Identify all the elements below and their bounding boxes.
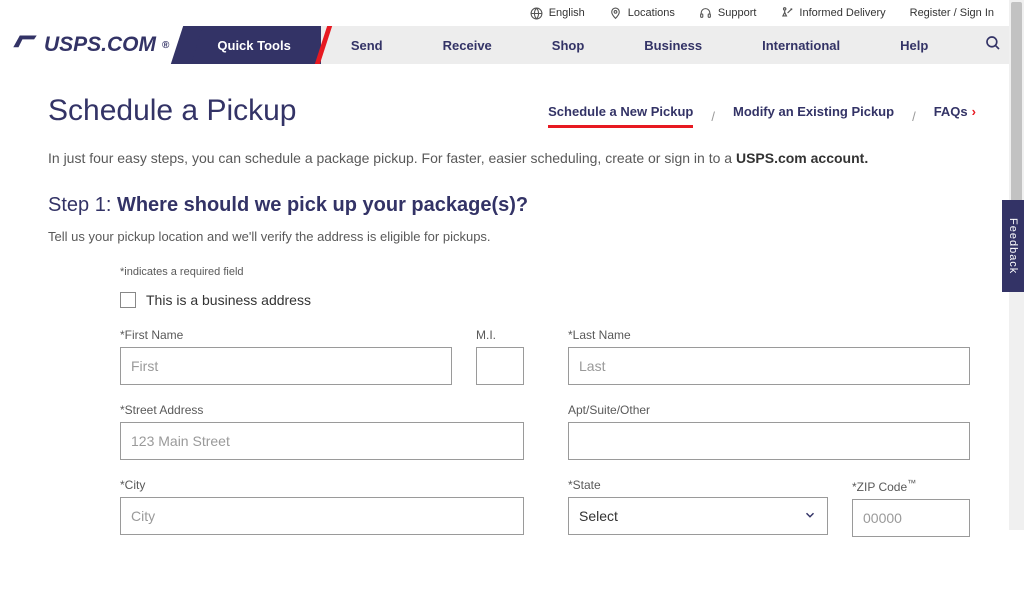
utility-bar: English Locations Support Informed Deliv… <box>0 0 1024 26</box>
locations-link[interactable]: Locations <box>609 6 675 20</box>
intro-text: In just four easy steps, you can schedul… <box>48 150 976 166</box>
informed-delivery-link[interactable]: Informed Delivery <box>780 6 885 20</box>
main-nav: USPS.COM® Quick Tools Send Receive Shop … <box>0 26 1024 64</box>
account-link[interactable]: USPS.com account. <box>736 150 868 166</box>
step-1-heading: Step 1: Where should we pick up your pac… <box>48 194 976 217</box>
nav-shop[interactable]: Shop <box>522 26 615 64</box>
nav-business[interactable]: Business <box>614 26 732 64</box>
last-name-input[interactable] <box>568 347 970 385</box>
street-input[interactable] <box>120 422 524 460</box>
state-select[interactable]: Select <box>568 497 828 535</box>
business-address-checkbox[interactable] <box>120 292 136 308</box>
informed-delivery-icon <box>780 6 794 20</box>
chevron-down-icon <box>803 508 817 525</box>
nav-help[interactable]: Help <box>870 26 958 64</box>
mi-label: M.I. <box>476 328 524 342</box>
pickup-form: *indicates a required field This is a bu… <box>48 266 976 537</box>
tab-separator: / <box>912 109 916 124</box>
first-name-label: *First Name <box>120 328 452 342</box>
nav-international[interactable]: International <box>732 26 870 64</box>
apt-label: Apt/Suite/Other <box>568 403 970 417</box>
first-name-input[interactable] <box>120 347 452 385</box>
business-address-label: This is a business address <box>146 292 311 308</box>
tab-schedule-new[interactable]: Schedule a New Pickup <box>548 104 693 128</box>
zip-input[interactable] <box>852 499 970 537</box>
nav-receive[interactable]: Receive <box>413 26 522 64</box>
city-label: *City <box>120 478 524 492</box>
apt-input[interactable] <box>568 422 970 460</box>
register-signin-link[interactable]: Register / Sign In <box>910 7 994 19</box>
informed-label: Informed Delivery <box>799 7 885 19</box>
page-content: Schedule a Pickup Schedule a New Pickup … <box>0 64 1024 595</box>
logo-text: USPS.COM <box>44 33 156 57</box>
register-label: Register / Sign In <box>910 7 994 19</box>
feedback-tab[interactable]: Feedback <box>1002 200 1024 292</box>
language-selector[interactable]: English <box>530 6 585 20</box>
tab-modify-existing[interactable]: Modify an Existing Pickup <box>733 104 894 128</box>
language-label: English <box>549 7 585 19</box>
zip-label: *ZIP Code™ <box>852 478 970 494</box>
support-link[interactable]: Support <box>699 6 757 20</box>
quick-tools-label: Quick Tools <box>217 38 290 53</box>
tab-faqs[interactable]: FAQs › <box>934 104 976 128</box>
chevron-right-icon: › <box>972 104 976 119</box>
support-label: Support <box>718 7 757 19</box>
eagle-icon <box>12 32 38 58</box>
required-note: *indicates a required field <box>120 266 976 278</box>
sub-tabs: Schedule a New Pickup / Modify an Existi… <box>548 104 976 128</box>
city-input[interactable] <box>120 497 524 535</box>
globe-icon <box>530 6 544 20</box>
street-label: *Street Address <box>120 403 524 417</box>
state-label: *State <box>568 478 828 492</box>
mi-input[interactable] <box>476 347 524 385</box>
last-name-label: *Last Name <box>568 328 970 342</box>
locations-label: Locations <box>628 7 675 19</box>
scrollbar-thumb[interactable] <box>1011 2 1022 222</box>
location-pin-icon <box>609 6 623 20</box>
state-selected-value: Select <box>579 508 618 524</box>
nav-send[interactable]: Send <box>321 26 413 64</box>
step-1-description: Tell us your pickup location and we'll v… <box>48 229 976 244</box>
nav-quick-tools[interactable]: Quick Tools <box>187 26 320 64</box>
headset-icon <box>699 6 713 20</box>
logo[interactable]: USPS.COM® <box>0 26 187 64</box>
search-icon <box>984 34 1002 57</box>
tab-separator: / <box>711 109 715 124</box>
page-title: Schedule a Pickup <box>48 94 297 128</box>
